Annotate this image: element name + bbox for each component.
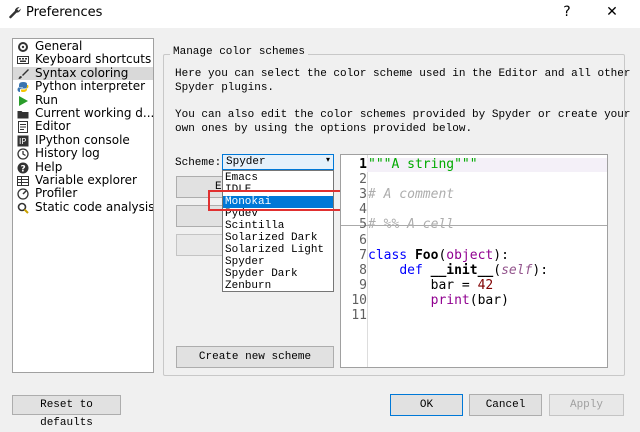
sidebar-item-label: Profiler	[35, 186, 78, 201]
scheme-combobox[interactable]: Spyder ▾	[222, 154, 334, 170]
sidebar-item[interactable]: Syntax coloring	[13, 65, 153, 80]
create-new-scheme-button[interactable]: Create new scheme	[176, 346, 334, 368]
sidebar-item[interactable]: Run	[13, 92, 153, 107]
table-icon	[17, 176, 29, 186]
sidebar-item[interactable]: Keyboard shortcuts	[13, 53, 153, 66]
sidebar-item[interactable]: History log	[13, 147, 153, 160]
code-text: """A string"""	[368, 157, 478, 172]
ok-button[interactable]: OK	[390, 394, 463, 416]
sidebar-item[interactable]: Editor	[13, 119, 153, 134]
sidebar-item-label: Editor	[35, 119, 71, 134]
gears-icon	[18, 42, 28, 52]
code-text: # %% A cell	[368, 217, 455, 233]
scheme-combobox-value: Spyder	[226, 156, 266, 168]
sidebar-item-label: Current working d...	[35, 106, 154, 120]
history-icon	[17, 148, 29, 160]
annotation-highlight-box	[208, 190, 357, 211]
window-title: Preferences	[26, 5, 103, 20]
wrench-icon	[9, 7, 21, 19]
group-title: Manage color schemes	[170, 46, 309, 58]
chevron-down-icon: ▾	[325, 155, 330, 164]
preferences-sidebar: General Keyboard shortcuts Syntax coloring…	[12, 38, 154, 373]
help-button[interactable]: ?	[557, 4, 577, 20]
run-icon	[19, 95, 28, 106]
scheme-preview-editor: 1 """A string""" 2 3 # A comment 4 5 # %% A cel…	[340, 154, 608, 368]
sidebar-item-label: Keyboard shortcuts	[35, 52, 152, 67]
sidebar-item[interactable]: Current working d...	[13, 107, 153, 120]
close-button[interactable]: ✕	[602, 4, 622, 20]
python-icon	[17, 82, 29, 93]
ipython-icon: IP	[17, 135, 29, 147]
sidebar-item-label: History log	[35, 146, 100, 161]
sidebar-item-label: General	[35, 39, 83, 53]
sidebar-item[interactable]: General	[13, 40, 153, 53]
help-icon: ?	[17, 162, 29, 174]
sidebar-item-label: Variable explorer	[35, 173, 137, 187]
magnifier-icon	[17, 202, 29, 214]
sidebar-item[interactable]: Python interpreter	[13, 80, 153, 93]
scheme-label: Scheme:	[175, 157, 222, 169]
scheme-option[interactable]: Zenburn	[225, 280, 331, 292]
reset-to-defaults-button[interactable]: Reset to defaults	[12, 395, 121, 429]
sidebar-item-label: Run	[35, 92, 59, 107]
sidebar-item-label: IPython console	[35, 132, 130, 147]
description-line: own ones by using the options provided b…	[175, 123, 473, 135]
description-line: Spyder plugins.	[175, 82, 275, 94]
svg-text:?: ?	[21, 164, 26, 174]
sidebar-item[interactable]: Profiler	[13, 186, 153, 201]
line-number: 11	[351, 308, 367, 323]
editor-icon	[18, 121, 28, 134]
keyboard-icon	[17, 56, 29, 65]
sidebar-item-label: Python interpreter	[35, 79, 146, 94]
svg-text:IP: IP	[19, 137, 26, 146]
sidebar-item-label: Static code analysis	[35, 199, 154, 214]
brush-icon	[18, 68, 29, 79]
sidebar-item[interactable]: Static code analysis	[13, 199, 154, 214]
scheme-option[interactable]: Scintilla	[225, 220, 331, 232]
sidebar-item-label: Help	[35, 159, 63, 174]
sidebar-item-label: Syntax coloring	[35, 65, 129, 80]
code-text: print(bar)	[430, 292, 509, 308]
cancel-button[interactable]: Cancel	[469, 394, 542, 416]
profiler-icon	[17, 188, 29, 201]
scheme-option[interactable]: Spyder	[225, 256, 331, 268]
scheme-dropdown-list: Emacs IDLE Monokai Pydev Scintilla Solarized …	[222, 170, 334, 292]
sidebar-item[interactable]: Variable explorer	[13, 174, 153, 187]
folder-icon	[17, 111, 29, 119]
description-line: Here you can select the color scheme use…	[175, 68, 631, 80]
scheme-option[interactable]: Solarized Light	[225, 244, 331, 256]
scheme-option[interactable]: Emacs	[225, 172, 331, 184]
code-text: # A comment	[368, 187, 455, 203]
description-line: You can also edit the color schemes prov…	[175, 109, 631, 121]
sidebar-item[interactable]: ? Help	[13, 159, 153, 174]
sidebar-item[interactable]: IP IPython console	[13, 132, 153, 147]
scheme-option[interactable]: Spyder Dark	[225, 268, 331, 280]
apply-button[interactable]: Apply	[549, 394, 624, 416]
scheme-option[interactable]: Solarized Dark	[225, 232, 331, 244]
